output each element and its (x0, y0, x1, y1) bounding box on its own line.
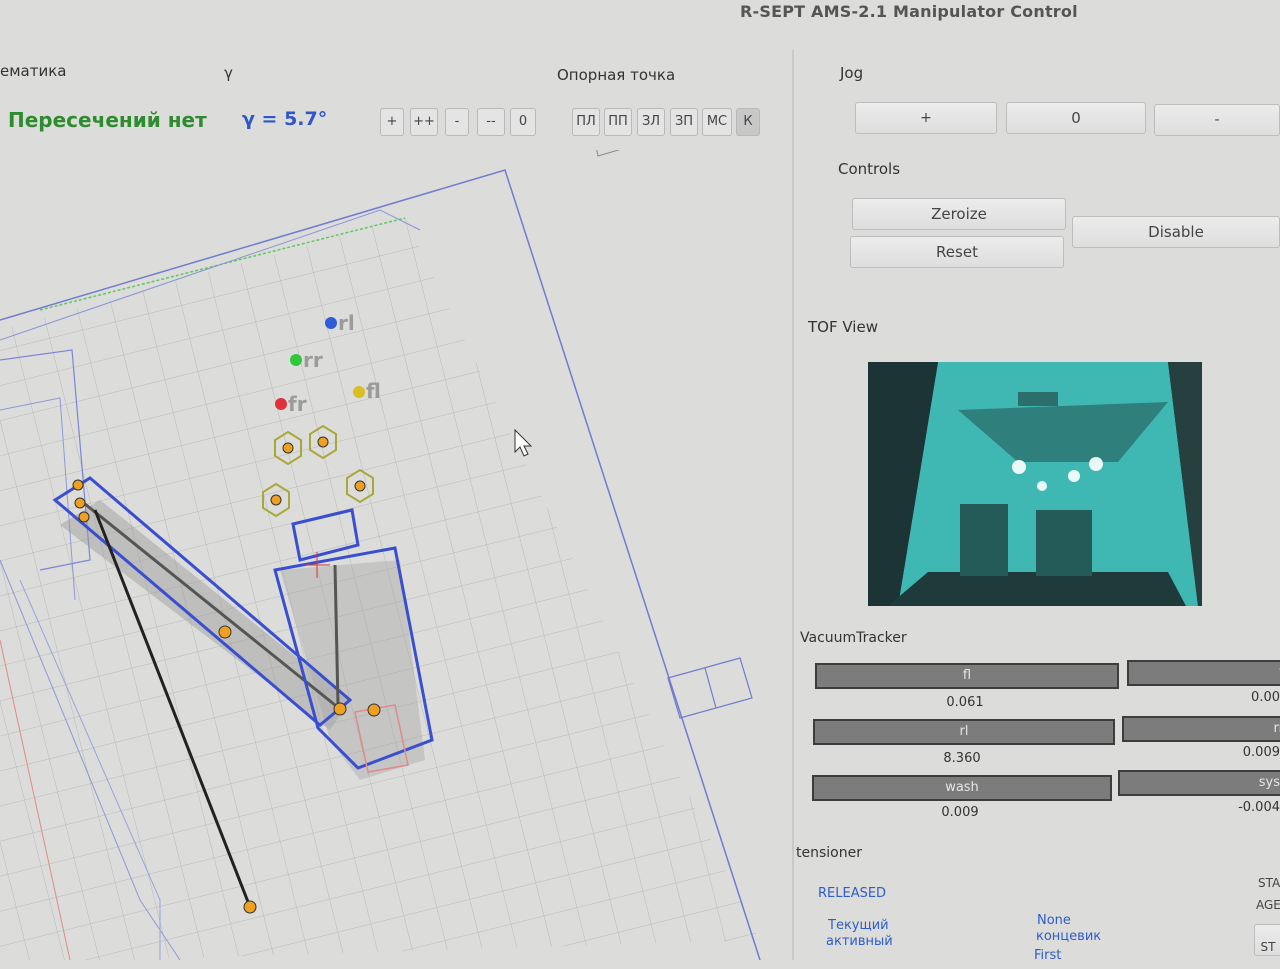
disable-button[interactable]: Disable (1072, 216, 1280, 248)
vacuum-wash-label: wash (812, 775, 1112, 801)
ref-square (587, 99, 633, 157)
tensioner-current-label-2: активный (826, 934, 893, 949)
kinematics-viewport[interactable]: rl rr fr fl (0, 99, 790, 961)
leg-label-rl: rl (338, 311, 355, 335)
intersection-status: Пересечений нет (8, 108, 207, 132)
leg-marker-rl (325, 317, 337, 329)
zeroize-button[interactable]: Zeroize (852, 198, 1066, 230)
gamma-header: γ (224, 64, 233, 82)
ref-center-button[interactable]: МС (702, 108, 732, 136)
vacuum-fl-label: fl (815, 663, 1119, 689)
tensioner-label: tensioner (796, 845, 862, 861)
tensioner-state: RELEASED (818, 886, 887, 901)
tof-depth-render (868, 362, 1202, 606)
gamma-plusplus-button[interactable]: ++ (410, 108, 438, 136)
vacuum-fr-label: fr (1127, 660, 1280, 686)
ref-fl-button[interactable]: ПЛ (572, 108, 600, 136)
wrist-joint (333, 702, 347, 716)
tensioner-limit-label-2: концевик (1036, 929, 1102, 944)
jog-label: Jog (840, 64, 864, 82)
window-title: R-SEPT AMS-2.1 Manipulator Control (740, 2, 1078, 21)
reference-point-label: Опорная точка (557, 66, 676, 84)
tof-view-label: TOF View (808, 318, 878, 336)
jog-minus-button[interactable]: - (1154, 104, 1280, 136)
ref-fr-button[interactable]: ПП (604, 108, 632, 136)
vacuum-wash-value: 0.009 (941, 805, 979, 820)
vacuum-fr-value: 0.00 (1251, 690, 1280, 705)
ref-rr-button[interactable]: ЗП (670, 108, 698, 136)
leg-marker-fr (275, 398, 287, 410)
panel-divider (792, 50, 794, 960)
vacuum-sys-label: sys (1118, 770, 1280, 796)
vacuum-sys-value: -0.004 (1238, 800, 1280, 815)
tensioner-current-label-1: Текущий (828, 918, 889, 933)
kinematics-label: ематика (0, 62, 67, 80)
ref-rl-button[interactable]: ЗЛ (637, 108, 665, 136)
vacuum-rl-label: rl (813, 719, 1115, 745)
leg-label-rr: rr (303, 348, 323, 372)
tensioner-right-label-1: STA (1258, 876, 1280, 890)
vacuum-rr-value: 0.009 (1242, 745, 1280, 760)
vacuum-tracker-label: VacuumTracker (800, 630, 907, 646)
gamma-plus-button[interactable]: + (380, 108, 404, 136)
elbow-joint (218, 625, 232, 639)
vacuum-rl-value: 8.360 (943, 751, 981, 766)
ref-k-button[interactable]: К (736, 108, 760, 136)
leg-label-fl: fl (366, 379, 381, 403)
vacuum-rr-label: rr (1122, 716, 1280, 742)
leg-marker-fl (353, 386, 365, 398)
leg-label-fr: fr (288, 392, 307, 416)
tensioner-right-label-2: AGE (1256, 898, 1280, 912)
jog-plus-button[interactable]: + (855, 102, 997, 134)
gamma-minusminus-button[interactable]: -- (477, 108, 505, 136)
gamma-value: γ = 5.7° (242, 108, 328, 130)
gamma-zero-button[interactable]: 0 (510, 108, 536, 136)
vacuum-fl-value: 0.061 (946, 695, 984, 710)
tensioner-limit-label-3: First (1034, 948, 1062, 963)
cable-end-joint (243, 900, 257, 914)
jog-zero-button[interactable]: 0 (1006, 102, 1146, 134)
viewport-canvas: rl rr fr fl (0, 99, 761, 961)
reset-button[interactable]: Reset (850, 236, 1064, 268)
tof-view-image (868, 362, 1202, 606)
leg-marker-rr (290, 354, 302, 366)
controls-label: Controls (838, 160, 901, 178)
tensioner-st-button[interactable]: ST (1254, 924, 1280, 956)
tensioner-limit-label-1: None (1037, 913, 1071, 928)
gamma-minus-button[interactable]: - (445, 108, 469, 136)
